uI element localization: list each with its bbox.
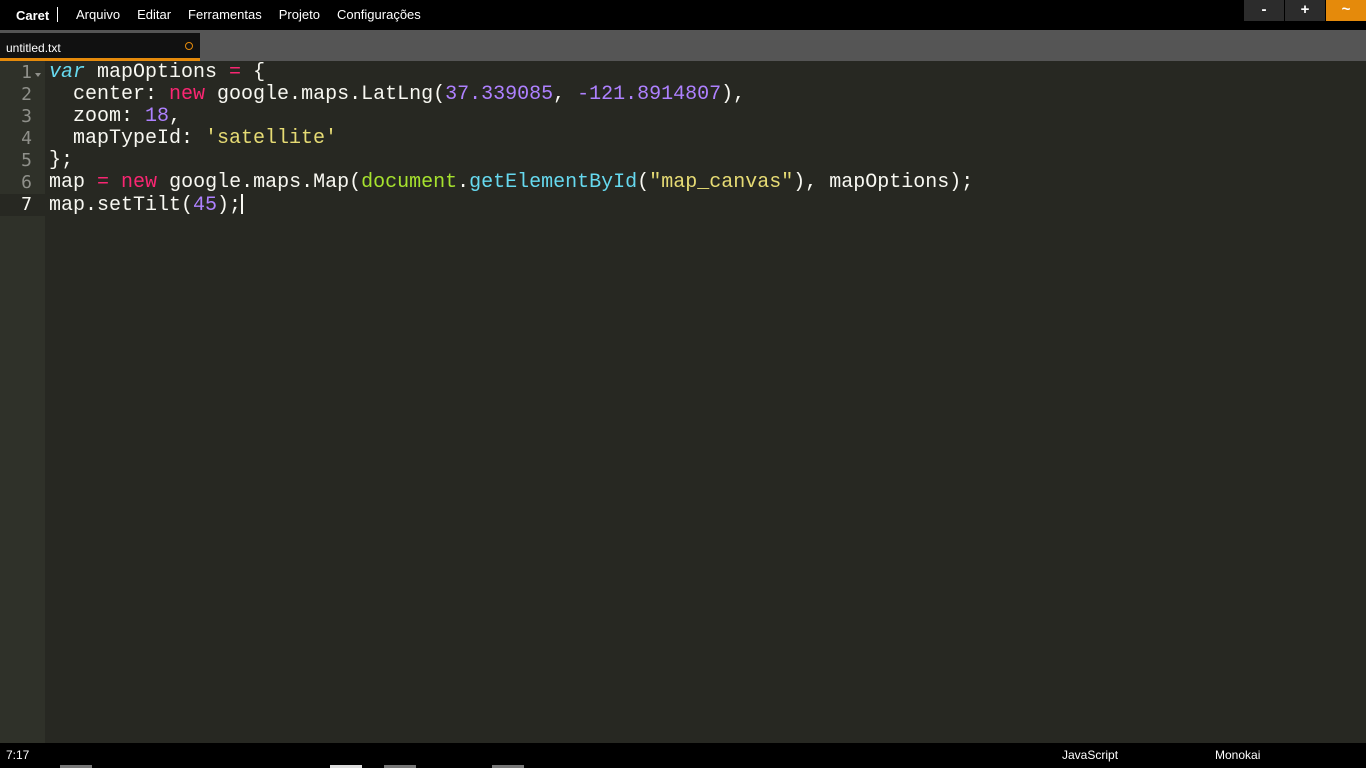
code-token: google.maps.LatLng( bbox=[205, 83, 446, 106]
code-token: = bbox=[229, 61, 242, 84]
code-token: map bbox=[49, 171, 98, 194]
code-token: google.maps.Map( bbox=[157, 171, 362, 194]
menu-editar[interactable]: Editar bbox=[137, 7, 171, 22]
line-number: 7 bbox=[0, 194, 45, 216]
unsaved-dot-icon[interactable] bbox=[185, 42, 193, 50]
menu-arquivo[interactable]: Arquivo bbox=[76, 7, 120, 22]
minimize-button[interactable]: - bbox=[1244, 0, 1284, 21]
code-token: new bbox=[121, 171, 158, 194]
code-token: var bbox=[49, 61, 86, 84]
tab-untitled[interactable]: untitled.txt bbox=[0, 33, 200, 62]
code-token: document bbox=[361, 171, 458, 194]
code-token: -121.8914807 bbox=[577, 83, 722, 106]
line-number: 5 bbox=[21, 150, 32, 171]
code-token: zoom: bbox=[49, 105, 146, 128]
code-token: . bbox=[457, 171, 470, 194]
text-cursor bbox=[241, 194, 244, 214]
status-bar: 7:17 JavaScript Monokai bbox=[0, 743, 1366, 768]
maximize-button[interactable]: + bbox=[1285, 0, 1325, 21]
line-number: 6 bbox=[21, 172, 32, 193]
line-number-gutter: 1234567 bbox=[0, 61, 45, 743]
code-token: ( bbox=[637, 171, 650, 194]
code-token: { bbox=[241, 61, 266, 84]
tab-bar: untitled.txt bbox=[0, 30, 1366, 62]
line-number: 2 bbox=[21, 84, 32, 105]
code-line: var mapOptions = { bbox=[49, 62, 265, 84]
code-token: 18 bbox=[145, 105, 170, 128]
code-token: map.setTilt( bbox=[49, 194, 194, 217]
menu-projeto[interactable]: Projeto bbox=[279, 7, 320, 22]
code-line: zoom: 18, bbox=[49, 106, 181, 128]
window-controls: - + ~ bbox=[1243, 0, 1366, 21]
language-mode[interactable]: JavaScript bbox=[1062, 748, 1118, 762]
code-editor[interactable]: 1234567 var mapOptions = { center: new g… bbox=[0, 61, 1366, 743]
code-token: ), mapOptions); bbox=[793, 171, 974, 194]
code-token: 'satellite' bbox=[205, 127, 338, 150]
code-token: getElementById bbox=[469, 171, 638, 194]
app-name[interactable]: Caret bbox=[16, 8, 49, 23]
code-line: }; bbox=[49, 150, 73, 172]
code-line: mapTypeId: 'satellite' bbox=[49, 128, 337, 150]
line-number: 4 bbox=[21, 128, 32, 149]
code-token: = bbox=[97, 171, 110, 194]
code-line: center: new google.maps.LatLng(37.339085… bbox=[49, 84, 745, 106]
menu-separator bbox=[57, 7, 58, 22]
menu-bar: Caret Arquivo Editar Ferramentas Projeto… bbox=[0, 0, 1366, 30]
line-number: 1 bbox=[0, 62, 41, 84]
fold-arrow-icon[interactable] bbox=[35, 73, 41, 77]
menu-configuracoes[interactable]: Configurações bbox=[337, 7, 421, 22]
code-line: map.setTilt(45); bbox=[49, 194, 244, 217]
theme-selector[interactable]: Monokai bbox=[1215, 748, 1260, 762]
code-token: mapTypeId: bbox=[49, 127, 206, 150]
code-token: }; bbox=[49, 149, 74, 172]
code-token: mapOptions bbox=[85, 61, 230, 84]
code-line: map = new google.maps.Map(document.getEl… bbox=[49, 172, 973, 194]
code-token: , bbox=[169, 105, 182, 128]
code-token: ), bbox=[721, 83, 746, 106]
menu-list: Arquivo Editar Ferramentas Projeto Confi… bbox=[76, 7, 438, 22]
code-token: ); bbox=[217, 194, 242, 217]
code-token: 37.339085 bbox=[445, 83, 554, 106]
close-button[interactable]: ~ bbox=[1326, 0, 1366, 21]
cursor-position: 7:17 bbox=[6, 748, 30, 762]
tab-label: untitled.txt bbox=[6, 41, 61, 55]
code-token: new bbox=[169, 83, 206, 106]
code-token: "map_canvas" bbox=[649, 171, 794, 194]
code-token: center: bbox=[49, 83, 170, 106]
code-token: , bbox=[553, 83, 578, 106]
line-number: 3 bbox=[21, 106, 32, 127]
code-token: 45 bbox=[193, 194, 218, 217]
menu-ferramentas[interactable]: Ferramentas bbox=[188, 7, 262, 22]
